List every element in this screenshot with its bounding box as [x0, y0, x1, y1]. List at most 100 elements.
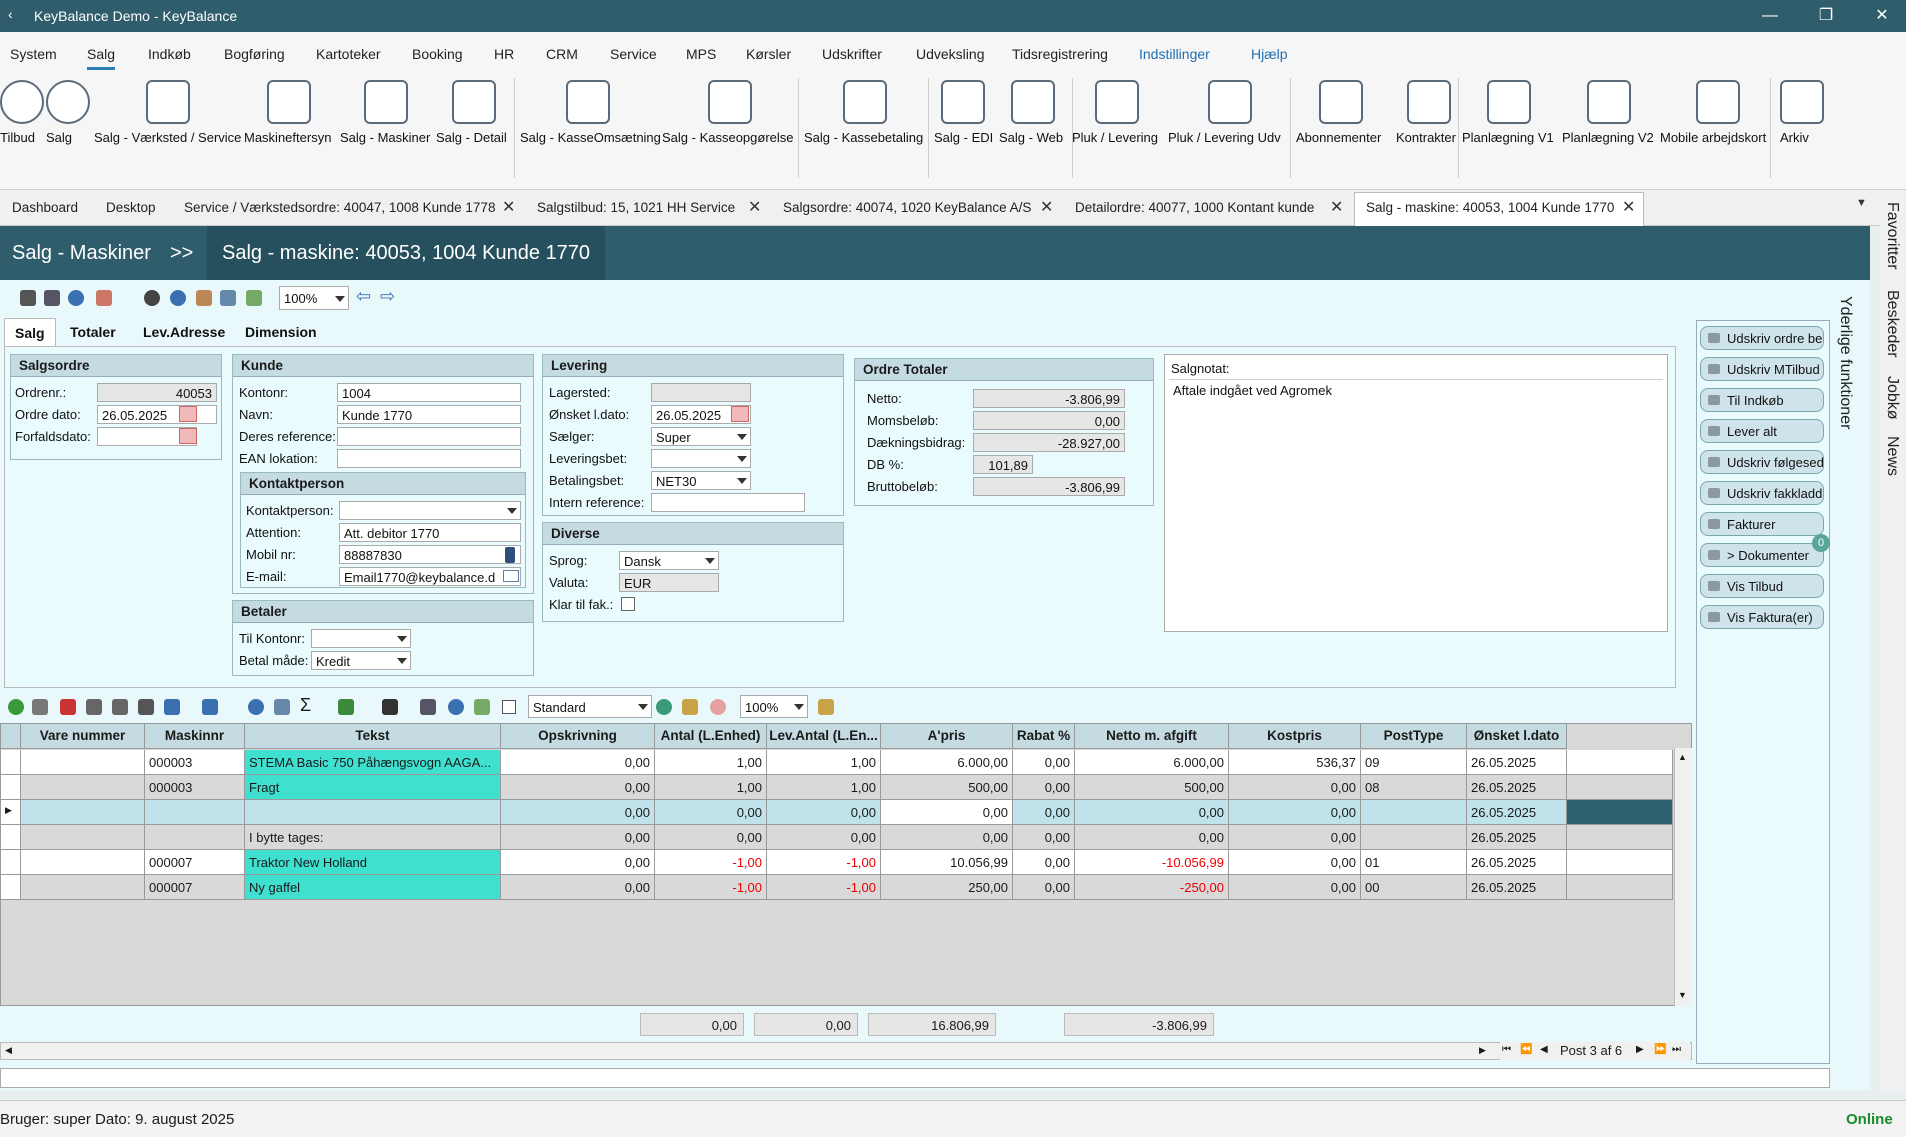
cell-r3-c8[interactable]: 0,00 — [1075, 825, 1229, 850]
ribbon-7[interactable]: Salg - Kasseopgørelse — [662, 78, 798, 178]
column-header-6[interactable]: A'pris — [881, 724, 1013, 749]
arrow-left-icon[interactable]: ⇦ — [356, 286, 371, 307]
doc-tab-4[interactable]: Salgsordre: 40074, 1020 KeyBalance A/S — [783, 200, 1031, 215]
cell-r1-c10[interactable]: 08 — [1361, 775, 1467, 800]
cell-r1-c8[interactable]: 500,00 — [1075, 775, 1229, 800]
cell-r2-c11[interactable]: 26.05.2025 — [1467, 800, 1567, 825]
grid-zoom-select[interactable]: 100% — [740, 695, 808, 718]
cell-r3-c1[interactable] — [145, 825, 245, 850]
kontonr-field[interactable]: 1004 — [337, 383, 521, 402]
columns-icon[interactable] — [44, 290, 60, 306]
til-kontonr-select[interactable] — [311, 629, 411, 648]
column-header-0[interactable]: Vare nummer — [21, 724, 145, 749]
cell-r2-c6[interactable]: 0,00 — [881, 800, 1013, 825]
close-icon[interactable]: ✕ — [748, 197, 761, 217]
doc-tab-1[interactable]: Desktop — [106, 200, 156, 215]
navn-field[interactable]: Kunde 1770 — [337, 405, 521, 424]
cell-r3-c6[interactable]: 0,00 — [881, 825, 1013, 850]
action-7[interactable]: > Dokumenter — [1700, 543, 1824, 567]
cell-r4-c5[interactable]: -1,00 — [767, 850, 881, 875]
close-icon[interactable]: ✕ — [1040, 197, 1053, 217]
cell-r5-c3[interactable]: 0,00 — [501, 875, 655, 900]
ribbon-6[interactable]: Salg - KasseOmsætning — [520, 78, 661, 178]
ribbon-12[interactable]: Pluk / Levering Udv — [1168, 78, 1292, 178]
side-tab-favoritter[interactable]: Favoritter — [1883, 202, 1901, 270]
columns-icon[interactable] — [164, 699, 180, 715]
cell-r0-c2[interactable]: STEMA Basic 750 Påhængsvogn AAGA... — [245, 750, 501, 775]
doc-tab-2[interactable]: Service / Værkstedsordre: 40047, 1008 Ku… — [184, 200, 495, 215]
action-0[interactable]: Udskriv ordre be — [1700, 326, 1824, 350]
row-selector[interactable] — [1, 875, 21, 900]
grid-icon[interactable] — [274, 699, 290, 715]
betal-maade-select[interactable]: Kredit — [311, 651, 411, 670]
cell-r3-c9[interactable]: 0,00 — [1229, 825, 1361, 850]
side-tab-news[interactable]: News — [1883, 436, 1901, 476]
import-icon[interactable] — [382, 699, 398, 715]
cell-r3-c11[interactable]: 26.05.2025 — [1467, 825, 1567, 850]
cell-r1-c7[interactable]: 0,00 — [1013, 775, 1075, 800]
saelger-select[interactable]: Super — [651, 427, 751, 446]
add-row-icon[interactable] — [8, 699, 24, 715]
database-icon[interactable] — [682, 699, 698, 715]
column-header-1[interactable]: Maskinnr — [145, 724, 245, 749]
cell-r5-c8[interactable]: -250,00 — [1075, 875, 1229, 900]
intern-reference-field[interactable] — [651, 493, 805, 512]
cell-r2-c8[interactable]: 0,00 — [1075, 800, 1229, 825]
cell-r1-c11[interactable]: 26.05.2025 — [1467, 775, 1567, 800]
ribbon-4[interactable]: Salg - Maskiner — [340, 78, 432, 178]
search-icon[interactable] — [248, 699, 264, 715]
cell-r0-c1[interactable]: 000003 — [145, 750, 245, 775]
cell-r3-c4[interactable]: 0,00 — [655, 825, 767, 850]
menu-13[interactable]: Tidsregistrering — [1012, 46, 1108, 62]
column-header-10[interactable]: PostType — [1361, 724, 1467, 749]
tab-salg[interactable]: Salg — [4, 318, 56, 347]
kontaktperson-select[interactable] — [339, 501, 521, 520]
scroll-left-icon[interactable]: ◀ — [5, 1045, 12, 1056]
menu-6[interactable]: HR — [494, 46, 514, 62]
vertical-scrollbar[interactable]: ▲ ▼ — [1674, 748, 1692, 1006]
cell-r3-c3[interactable]: 0,00 — [501, 825, 655, 850]
cell-r1-c9[interactable]: 0,00 — [1229, 775, 1361, 800]
yderlige-funktioner-tab[interactable]: Yderlige funktioner — [1836, 296, 1854, 429]
lock-icon[interactable] — [20, 290, 36, 306]
cell-r5-c6[interactable]: 250,00 — [881, 875, 1013, 900]
betalingsbet-select[interactable]: NET30 — [651, 471, 751, 490]
first-page-icon[interactable]: ⏮ — [1502, 1044, 1511, 1055]
cell-r1-c6[interactable]: 500,00 — [881, 775, 1013, 800]
ordrenr-field[interactable]: 40053 — [97, 383, 217, 402]
cell-r0-c9[interactable]: 536,37 — [1229, 750, 1361, 775]
zoom-select[interactable]: 100% — [279, 286, 349, 310]
cell-r0-c3[interactable]: 0,00 — [501, 750, 655, 775]
sprog-select[interactable]: Dansk — [619, 551, 719, 570]
attention-field[interactable]: Att. debitor 1770 — [339, 523, 521, 542]
menu-2[interactable]: Indkøb — [148, 46, 191, 62]
cell-r0-c8[interactable]: 6.000,00 — [1075, 750, 1229, 775]
prev-page-icon[interactable]: ⏪ — [1520, 1044, 1532, 1055]
ribbon-17[interactable]: Mobile arbejdskort — [1660, 78, 1776, 178]
horizontal-scrollbar[interactable]: ◀ ▶ — [0, 1042, 1692, 1060]
cell-r2-c2[interactable] — [245, 800, 501, 825]
ribbon-10[interactable]: Salg - Web — [999, 78, 1067, 178]
action-4[interactable]: Udskriv følgesed — [1700, 450, 1824, 474]
close-icon[interactable]: ✕ — [1330, 197, 1343, 217]
cell-r5-c2[interactable]: Ny gaffel — [245, 875, 501, 900]
column-header-11[interactable]: Ønsket l.dato — [1467, 724, 1567, 749]
ribbon-16[interactable]: Planlægning V2 — [1562, 78, 1656, 178]
delete-row-icon[interactable] — [60, 699, 76, 715]
menu-1[interactable]: Salg — [87, 46, 116, 70]
cell-r5-c11[interactable]: 26.05.2025 — [1467, 875, 1567, 900]
bug-icon[interactable] — [144, 290, 160, 306]
maximize-button[interactable]: ❐ — [1806, 4, 1846, 28]
option-checkbox[interactable] — [502, 700, 516, 714]
cell-r1-c2[interactable]: Fragt — [245, 775, 501, 800]
cell-r5-c5[interactable]: -1,00 — [767, 875, 881, 900]
cell-r5-c0[interactable] — [21, 875, 145, 900]
ribbon-1[interactable]: Salg — [46, 78, 90, 178]
cell-r0-c11[interactable]: 26.05.2025 — [1467, 750, 1567, 775]
action-3[interactable]: Lever alt — [1700, 419, 1824, 443]
column-header-4[interactable]: Antal (L.Enhed) — [655, 724, 767, 749]
ribbon-14[interactable]: Kontrakter — [1396, 78, 1462, 178]
cell-r4-c10[interactable]: 01 — [1361, 850, 1467, 875]
valuta-field[interactable]: EUR — [619, 573, 719, 592]
view-select[interactable]: Standard — [528, 695, 652, 718]
